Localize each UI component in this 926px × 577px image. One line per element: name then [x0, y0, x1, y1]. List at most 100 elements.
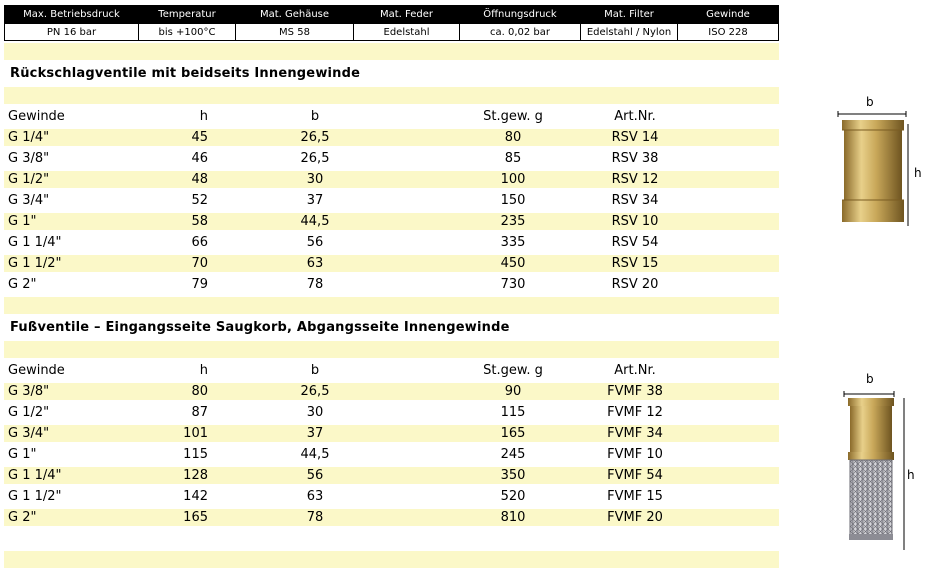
spec-header-row: Max. Betriebsdruck Temperatur Mat. Gehäu… [4, 5, 779, 24]
section2-cell-col-1: 142 [183, 489, 208, 504]
section1-cell-col-1: 52 [191, 193, 208, 208]
section1-cell-col-4: RSV 20 [611, 277, 659, 292]
section2-title: Fußventile – Eingangsseite Saugkorb, Abg… [10, 320, 510, 335]
section1-header-col-2: b [310, 109, 320, 124]
section2-cell-col-3: 350 [500, 468, 526, 483]
spec-value: PN 16 bar [4, 23, 139, 41]
section1-header-col-3: St.gew. g [483, 109, 543, 124]
section2-cell-col-2: 44,5 [300, 447, 330, 462]
section2-cell-col-2: 30 [306, 405, 324, 420]
section1-cell-col-2: 44,5 [300, 214, 330, 229]
dim-b-label-1: b [866, 95, 874, 109]
section2-cell-col-3: 810 [500, 510, 526, 525]
section2-cell-col-0: G 3/8" [8, 384, 50, 399]
section2-cell-col-4: FVMF 12 [607, 405, 663, 420]
spec-value: MS 58 [235, 23, 354, 41]
section1-cell-col-3: 80 [504, 130, 522, 145]
spec-header: Max. Betriebsdruck [4, 5, 139, 24]
section2-header-col-0: Gewinde [8, 363, 65, 378]
section1-cell-col-1: 70 [191, 256, 208, 271]
section1-cell-col-2: 26,5 [300, 151, 330, 166]
section1-cell-col-4: RSV 15 [611, 256, 659, 271]
section2-cell-col-1: 80 [191, 384, 208, 399]
section2-header-col-3: St.gew. g [483, 363, 543, 378]
section1-cell-col-0: G 1/4" [8, 130, 50, 145]
spec-header: Gewinde [677, 5, 779, 24]
section1-cell-col-3: 450 [500, 256, 526, 271]
section1-cell-col-0: G 3/8" [8, 151, 50, 166]
spec-header: Öffnungsdruck [459, 5, 581, 24]
section2-header-col-2: b [310, 363, 320, 378]
row-band [4, 43, 779, 60]
section1-cell-col-3: 730 [500, 277, 526, 292]
section1-cell-col-4: RSV 12 [611, 172, 659, 187]
section1-cell-col-2: 63 [306, 256, 324, 271]
section1-cell-col-2: 56 [306, 235, 324, 250]
section1-cell-col-4: RSV 10 [611, 214, 659, 229]
section1-cell-col-1: 46 [191, 151, 208, 166]
section2-cell-col-2: 78 [306, 510, 324, 525]
section2-cell-col-4: FVMF 54 [607, 468, 663, 483]
section2-cell-col-2: 37 [306, 426, 324, 441]
section1-title: Rückschlagventile mit beidseits Innengew… [10, 66, 361, 81]
section1-header-col-1: h [199, 109, 208, 124]
section1-cell-col-4: RSV 34 [611, 193, 659, 208]
section2-cell-col-0: G 2" [8, 510, 37, 525]
dim-h-label-2: h [907, 468, 915, 482]
section1-header-col-4: Art.Nr. [614, 109, 656, 124]
spec-header: Mat. Feder [353, 5, 460, 24]
spec-header: Mat. Filter [580, 5, 678, 24]
section2-cell-col-3: 165 [500, 426, 526, 441]
section1-header-col-0: Gewinde [8, 109, 65, 124]
section2-cell-col-2: 63 [306, 489, 324, 504]
section2-cell-col-0: G 3/4" [8, 426, 50, 441]
spec-value-row: PN 16 bar bis +100°C MS 58 Edelstahl ca.… [4, 23, 779, 41]
section1-cell-col-0: G 1" [8, 214, 37, 229]
row-band [4, 87, 779, 104]
section2-cell-col-0: G 1 1/2" [8, 489, 62, 504]
section1-cell-col-0: G 3/4" [8, 193, 50, 208]
spec-value: Edelstahl / Nylon [580, 23, 678, 41]
section2-cell-col-1: 115 [183, 447, 208, 462]
section2-cell-col-0: G 1/2" [8, 405, 50, 420]
section2-cell-col-4: FVMF 38 [607, 384, 663, 399]
section2-cell-col-4: FVMF 10 [607, 447, 663, 462]
section2-header-col-4: Art.Nr. [614, 363, 656, 378]
section1-cell-col-0: G 1 1/4" [8, 235, 62, 250]
dim-b-label-2: b [866, 372, 874, 386]
section2-cell-col-4: FVMF 34 [607, 426, 663, 441]
section1-cell-col-2: 30 [306, 172, 324, 187]
dim-h-label-1: h [914, 166, 922, 180]
section2-cell-col-0: G 1 1/4" [8, 468, 62, 483]
section1-cell-col-3: 235 [500, 214, 526, 229]
spec-value: Edelstahl [353, 23, 460, 41]
section1-cell-col-1: 48 [191, 172, 208, 187]
section2-cell-col-1: 101 [183, 426, 208, 441]
section2-cell-col-3: 115 [500, 405, 526, 420]
section1-cell-col-2: 26,5 [300, 130, 330, 145]
section1-cell-col-1: 79 [191, 277, 208, 292]
section1-cell-col-3: 100 [500, 172, 526, 187]
row-band [4, 530, 779, 547]
spec-value: ISO 228 [677, 23, 779, 41]
section2-cell-col-1: 165 [183, 510, 208, 525]
spec-header: Mat. Gehäuse [235, 5, 354, 24]
spec-value: bis +100°C [138, 23, 236, 41]
section2-cell-col-0: G 1" [8, 447, 37, 462]
section1-cell-col-0: G 1/2" [8, 172, 50, 187]
row-band [4, 551, 779, 568]
section2-cell-col-1: 128 [183, 468, 208, 483]
section1-cell-col-3: 85 [504, 151, 522, 166]
section1-cell-col-4: RSV 38 [611, 151, 659, 166]
section1-cell-col-4: RSV 54 [611, 235, 659, 250]
section1-cell-col-1: 58 [191, 214, 208, 229]
section1-cell-col-0: G 2" [8, 277, 37, 292]
section1-cell-col-1: 66 [191, 235, 208, 250]
section2-cell-col-3: 90 [504, 384, 522, 399]
section2-cell-col-3: 245 [500, 447, 526, 462]
section1-cell-col-1: 45 [191, 130, 208, 145]
section1-cell-col-2: 37 [306, 193, 324, 208]
section2-cell-col-4: FVMF 20 [607, 510, 663, 525]
section2-cell-col-2: 56 [306, 468, 324, 483]
check-valve-image [830, 96, 925, 246]
